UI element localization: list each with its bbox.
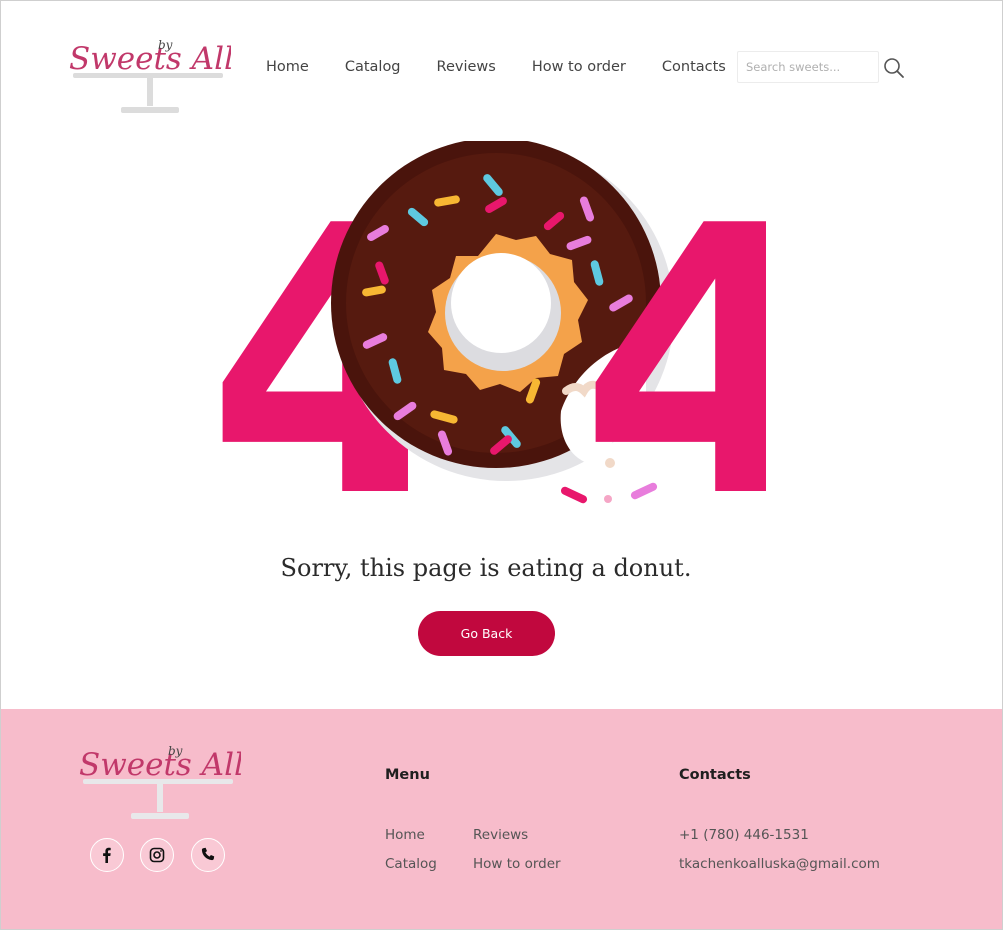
footer-link-home[interactable]: Home	[385, 827, 425, 843]
nav-home[interactable]: Home	[266, 59, 309, 75]
phone-icon[interactable]	[191, 838, 225, 872]
facebook-icon[interactable]	[90, 838, 124, 872]
site-footer: Sweets Alla by Menu Home Catalog Reviews…	[1, 709, 1002, 929]
error-illustration: 4	[206, 138, 836, 579]
nav-how-to-order[interactable]: How to order	[532, 59, 626, 75]
error-message: Sorry, this page is eating a donut.	[280, 554, 692, 582]
site-header: Sweets Alla by Home Catalog Reviews How …	[1, 1, 1002, 131]
nav-contacts[interactable]: Contacts	[662, 59, 726, 75]
footer-contacts-title: Contacts	[679, 767, 751, 783]
logo-text: Sweets Alla	[69, 41, 231, 77]
footer-link-catalog[interactable]: Catalog	[385, 856, 437, 872]
error-digit-right: 4	[579, 149, 766, 521]
logo-by: by	[158, 38, 173, 52]
instagram-icon[interactable]	[140, 838, 174, 872]
page: Sweets Alla by Home Catalog Reviews How …	[0, 0, 1003, 930]
footer-link-reviews[interactable]: Reviews	[473, 827, 528, 843]
nav-reviews[interactable]: Reviews	[437, 59, 496, 75]
search-input[interactable]	[737, 51, 879, 83]
nav-catalog[interactable]: Catalog	[345, 59, 401, 75]
footer-logo[interactable]: Sweets Alla by	[79, 737, 241, 821]
search-icon[interactable]	[883, 57, 905, 79]
go-back-button[interactable]: Go Back	[418, 611, 555, 656]
brand-logo[interactable]: Sweets Alla by	[69, 31, 231, 115]
footer-logo-text: Sweets Alla	[79, 747, 241, 783]
main-nav: Home Catalog Reviews How to order Contac…	[266, 59, 762, 75]
footer-link-how-to-order[interactable]: How to order	[473, 856, 561, 872]
footer-menu-title: Menu	[385, 767, 430, 783]
footer-logo-by: by	[168, 744, 183, 758]
footer-phone-link[interactable]: +1 (780) 446-1531	[679, 827, 809, 843]
footer-email-link[interactable]: tkachenkoalluska@gmail.com	[679, 856, 880, 872]
